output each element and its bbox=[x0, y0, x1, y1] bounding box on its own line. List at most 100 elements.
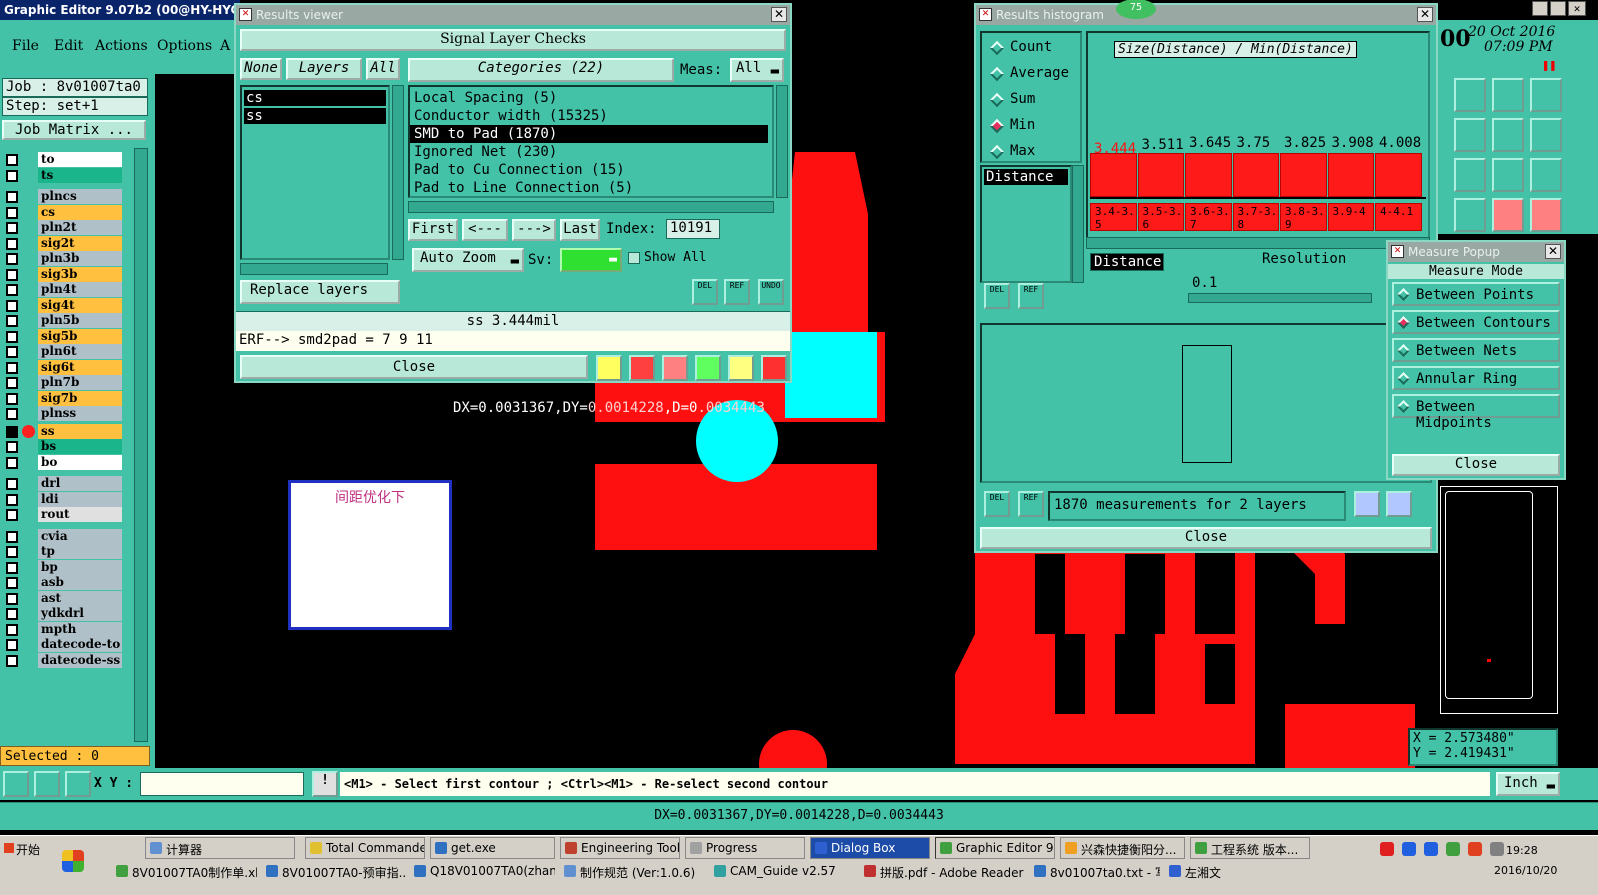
layer-name[interactable]: rout bbox=[38, 507, 122, 522]
option-radio-sum[interactable] bbox=[989, 92, 1005, 108]
layer-row-pln6t[interactable]: pln6t bbox=[4, 344, 122, 360]
layer-name[interactable]: sig6t bbox=[38, 359, 122, 375]
menu-options[interactable]: Options bbox=[157, 38, 212, 54]
layer-row-pln4t[interactable]: pln4t bbox=[4, 282, 122, 298]
layer-row-asb[interactable]: asb bbox=[4, 575, 122, 591]
export-icon[interactable] bbox=[1454, 118, 1486, 152]
option-label-max[interactable]: Max bbox=[1010, 143, 1035, 159]
layer-checkbox[interactable] bbox=[6, 169, 18, 182]
app-close-icon[interactable]: ✕ bbox=[1568, 1, 1586, 16]
layer-row-pln5b[interactable]: pln5b bbox=[4, 313, 122, 329]
layer-name[interactable]: bs bbox=[38, 439, 122, 454]
histogram-close-button[interactable]: Close bbox=[980, 527, 1432, 549]
layer-name[interactable]: ss bbox=[38, 423, 122, 439]
layer-checkbox[interactable] bbox=[6, 577, 18, 589]
layer-row-ldi[interactable]: ldi bbox=[4, 491, 122, 508]
layer-row-bo[interactable]: bo bbox=[4, 454, 122, 471]
unit-dropdown[interactable]: Inch ▬ bbox=[1496, 772, 1560, 796]
tool-icon-5[interactable] bbox=[728, 355, 754, 381]
layer-row-sig3b[interactable]: sig3b bbox=[4, 266, 122, 283]
minimize-icon[interactable] bbox=[1532, 1, 1548, 16]
tool-icon-1[interactable] bbox=[596, 355, 622, 381]
layer-checkbox[interactable] bbox=[6, 299, 18, 312]
pan-measure-icon[interactable] bbox=[1386, 491, 1412, 517]
layer-name[interactable]: sig4t bbox=[38, 297, 122, 313]
layer-checkbox[interactable] bbox=[6, 222, 18, 234]
grid-icon[interactable] bbox=[65, 771, 91, 797]
layer-row-cvia[interactable]: cvia bbox=[4, 528, 122, 545]
measure-mode-annular-ring[interactable]: Annular Ring bbox=[1392, 366, 1560, 390]
category-item[interactable]: Pad to Cu Connection (15) bbox=[410, 161, 772, 179]
auto-zoom-dropdown[interactable]: Auto Zoom ▬ bbox=[412, 248, 524, 272]
layer-checkbox[interactable] bbox=[6, 530, 18, 543]
layer-checkbox[interactable] bbox=[6, 206, 18, 219]
sv-color-dropdown[interactable]: ▬ bbox=[560, 248, 622, 272]
minimap[interactable] bbox=[1440, 486, 1558, 714]
distance-list[interactable]: Distance bbox=[980, 165, 1072, 283]
layer-name[interactable]: drl bbox=[38, 476, 122, 491]
taskbar-item[interactable]: 兴森快捷衡阳分... bbox=[1060, 837, 1185, 859]
layer-name[interactable]: datecode-ss bbox=[38, 652, 122, 668]
taskbar-item[interactable]: Dialog Box bbox=[810, 837, 930, 859]
layer-checkbox[interactable] bbox=[6, 392, 18, 405]
layer-checkbox[interactable] bbox=[6, 346, 18, 358]
layer-row-ts[interactable]: ts bbox=[4, 167, 122, 184]
taskbar-item[interactable]: Total Commander ... bbox=[305, 837, 425, 859]
layer-row-pln2t[interactable]: pln2t bbox=[4, 220, 122, 236]
layer-name[interactable]: pln4t bbox=[38, 282, 122, 297]
category-item[interactable]: Local Spacing (5) bbox=[410, 89, 772, 107]
first-button[interactable]: First bbox=[408, 219, 458, 241]
layer-checkbox[interactable] bbox=[6, 361, 18, 374]
taskbar-item[interactable]: 左湘文 bbox=[1165, 861, 1265, 883]
layer-list[interactable]: to ts plncs cs pln2t sig2t pln3b sig3b pln4t sig4… bbox=[0, 152, 130, 742]
categories-vscroll[interactable] bbox=[776, 85, 788, 198]
layer-row-ss[interactable]: ss bbox=[4, 423, 122, 440]
drill-icon[interactable] bbox=[1492, 198, 1524, 232]
layer-row-sig5b[interactable]: sig5b bbox=[4, 328, 122, 345]
layer-checkbox[interactable] bbox=[6, 284, 18, 296]
layer-name[interactable]: asb bbox=[38, 575, 122, 590]
snap-icon[interactable] bbox=[3, 771, 29, 797]
measure-popup-titlebar[interactable]: ✕ Measure Popup ✕ bbox=[1388, 242, 1564, 262]
layer-checkbox[interactable] bbox=[6, 493, 18, 506]
home-icon[interactable] bbox=[1492, 78, 1524, 112]
taskbar-item[interactable]: CAM_Guide v2.57 bbox=[710, 861, 855, 883]
histogram-hscroll[interactable] bbox=[1086, 237, 1430, 249]
menu-more[interactable]: A bbox=[220, 38, 230, 54]
taskbar-item[interactable]: Progress bbox=[685, 837, 805, 859]
layer-name[interactable]: to bbox=[38, 152, 122, 167]
taskbar-item[interactable]: 8v01007ta0.txt - 写字板 bbox=[1030, 861, 1160, 883]
replace-layers-button[interactable]: Replace layers bbox=[240, 280, 400, 304]
category-item[interactable]: Ignored Net (230) bbox=[410, 143, 772, 161]
layer-checkbox[interactable] bbox=[6, 478, 18, 490]
frame-icon[interactable] bbox=[1530, 78, 1562, 112]
layer-name[interactable]: sig5b bbox=[38, 328, 122, 344]
measure-tool-icon[interactable] bbox=[34, 771, 60, 797]
results-viewer-titlebar[interactable]: ✕ Results viewer ✕ bbox=[236, 5, 790, 25]
layer-checkbox[interactable] bbox=[6, 561, 18, 574]
del-button[interactable]: DEL bbox=[692, 279, 718, 305]
layer-row-bp[interactable]: bp bbox=[4, 559, 122, 576]
option-label-min[interactable]: Min bbox=[1010, 117, 1035, 133]
menu-file[interactable]: File bbox=[12, 38, 39, 54]
measure-mode-between-points[interactable]: Between Points bbox=[1392, 282, 1560, 306]
taskbar-item[interactable]: 计算器 bbox=[145, 837, 295, 859]
layer-name[interactable]: cvia bbox=[38, 528, 122, 544]
ref-button[interactable]: REF bbox=[724, 279, 750, 305]
mode-radio[interactable] bbox=[1397, 316, 1410, 329]
menu-actions[interactable]: Actions bbox=[95, 38, 148, 54]
layer-checkbox[interactable] bbox=[6, 592, 18, 605]
layer-name[interactable]: sig2t bbox=[38, 235, 122, 251]
layer-name[interactable]: ts bbox=[38, 167, 122, 183]
layer-scrollbar[interactable] bbox=[134, 148, 148, 742]
option-radio-min[interactable] bbox=[989, 118, 1005, 134]
layer-checkbox[interactable] bbox=[6, 268, 18, 281]
histogram-icon[interactable] bbox=[761, 355, 787, 381]
close-icon[interactable]: ✕ bbox=[1545, 244, 1561, 259]
layer-checkbox[interactable] bbox=[6, 441, 18, 453]
layer-name[interactable]: cs bbox=[38, 204, 122, 220]
layer-row-datecode-to[interactable]: datecode-to bbox=[4, 637, 122, 653]
option-radio-average[interactable] bbox=[989, 66, 1005, 82]
layer-checkbox[interactable] bbox=[6, 608, 18, 620]
prev-button[interactable]: <--- bbox=[462, 219, 508, 241]
